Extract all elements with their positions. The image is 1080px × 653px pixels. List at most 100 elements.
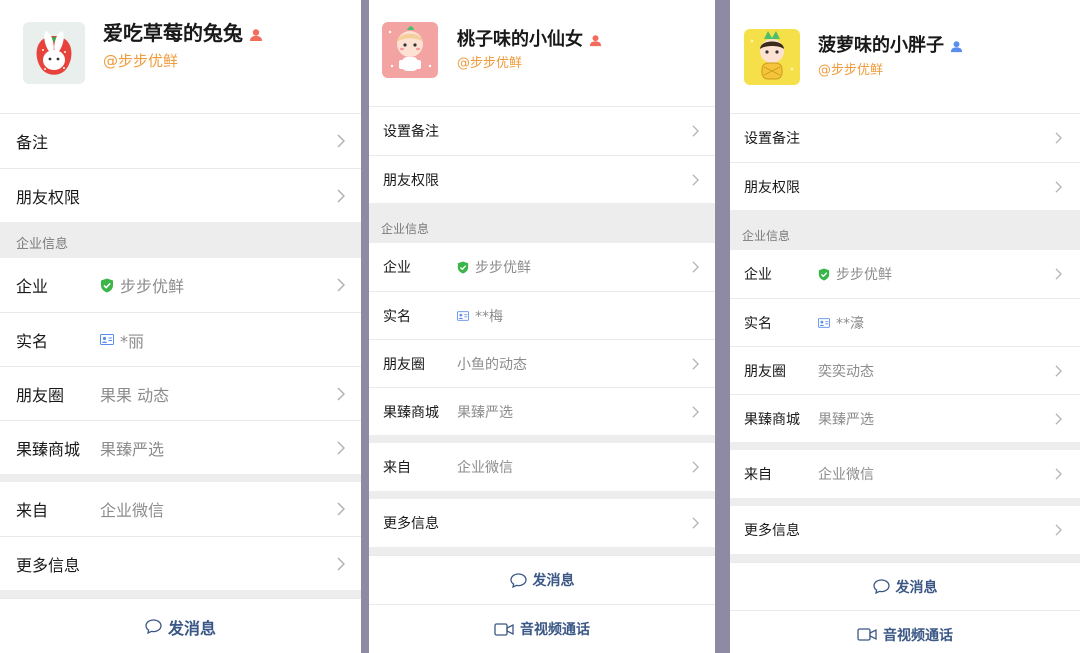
chevron-right-icon	[692, 357, 699, 370]
section-gap	[369, 435, 715, 443]
moments-row[interactable]: 朋友圈 奕奕动态	[730, 346, 1080, 394]
video-camera-icon	[494, 622, 514, 636]
more-info-row[interactable]: 更多信息	[730, 506, 1080, 554]
avatar-strawberry-rabbit[interactable]	[23, 22, 85, 84]
mall-row[interactable]: 果臻商城 果臻严选	[369, 387, 715, 435]
realname-value: *丽	[100, 328, 144, 352]
chevron-right-icon	[1055, 364, 1062, 377]
more-info-row[interactable]: 更多信息	[0, 536, 361, 590]
friend-permission-row[interactable]: 朋友权限	[0, 168, 361, 222]
chat-bubble-icon	[145, 619, 162, 634]
id-card-icon	[818, 317, 830, 328]
enterprise-section: 企业 步步优鲜 实名 *丽 朋友圈 果果 动态 果臻商城 果臻严选	[0, 258, 361, 474]
moments-row[interactable]: 朋友圈 小鱼的动态	[369, 339, 715, 387]
enterprise-value: 步步优鲜	[457, 257, 531, 277]
from-row[interactable]: 来自 企业微信	[730, 450, 1080, 498]
more-info-label: 更多信息	[744, 523, 800, 539]
friend-permission-row[interactable]: 朋友权限	[730, 162, 1080, 210]
id-card-icon	[100, 334, 114, 345]
moments-value: 果果 动态	[100, 385, 170, 405]
remark-label: 备注	[16, 133, 49, 152]
enterprise-value-text: 步步优鲜	[120, 277, 185, 296]
realname-value-text: **梅	[475, 308, 503, 325]
section-header-text: 企业信息	[16, 237, 69, 252]
remark-row[interactable]: 备注	[0, 114, 361, 168]
mall-row[interactable]: 果臻商城 果臻严选	[730, 394, 1080, 442]
contact-name-text: 菠萝味的小胖子	[818, 35, 944, 56]
contact-company[interactable]: @步步优鲜	[457, 52, 522, 71]
settings-section: 设置备注 朋友权限	[730, 113, 1080, 210]
section-gap	[730, 498, 1080, 506]
source-section: 来自 企业微信 更多信息	[0, 482, 361, 590]
friend-permission-label: 朋友权限	[383, 172, 439, 189]
from-label: 来自	[16, 501, 49, 520]
contact-card-1: 爱吃草莓的兔兔 @步步优鲜 备注 朋友权限 企业信息 企业 步步优鲜 实名 *丽…	[0, 0, 361, 653]
moments-label: 朋友圈	[744, 363, 786, 380]
chat-bubble-icon	[872, 579, 890, 594]
avatar-pineapple-boy[interactable]	[744, 29, 800, 85]
enterprise-label: 企业	[383, 260, 411, 276]
from-label: 来自	[383, 460, 411, 476]
from-row[interactable]: 来自 企业微信	[0, 482, 361, 536]
av-call-button[interactable]: 音视频通话	[369, 604, 715, 653]
profile-header: 菠萝味的小胖子 @步步优鲜	[730, 0, 1080, 113]
moments-row[interactable]: 朋友圈 果果 动态	[0, 366, 361, 420]
send-message-button[interactable]: 发消息	[0, 598, 361, 653]
contact-name: 菠萝味的小胖子	[818, 31, 963, 57]
from-value: 企业微信	[457, 460, 513, 476]
enterprise-row[interactable]: 企业 步步优鲜	[0, 258, 361, 312]
mall-label: 果臻商城	[383, 404, 439, 421]
realname-row: 实名 **濠	[730, 298, 1080, 346]
contact-card-2: 桃子味的小仙女 @步步优鲜 设置备注 朋友权限 企业信息 企业 步步优鲜 实名	[369, 0, 715, 653]
chevron-right-icon	[337, 278, 345, 292]
from-row[interactable]: 来自 企业微信	[369, 443, 715, 491]
chevron-right-icon	[1055, 524, 1062, 536]
enterprise-section: 企业 步步优鲜 实名 **梅 朋友圈 小鱼的动态 果臻商城 果臻严选	[369, 243, 715, 435]
from-label: 来自	[744, 467, 772, 483]
section-gap	[369, 547, 715, 555]
contact-company[interactable]: @步步优鲜	[103, 50, 178, 71]
shield-check-icon	[818, 268, 830, 280]
chevron-right-icon	[337, 134, 345, 148]
av-call-label: 音视频通话	[520, 622, 590, 638]
more-info-label: 更多信息	[383, 516, 439, 532]
moments-value: 奕奕动态	[818, 363, 874, 380]
enterprise-value-text: 步步优鲜	[475, 260, 531, 276]
remark-row[interactable]: 设置备注	[730, 114, 1080, 162]
send-message-button[interactable]: 发消息	[730, 562, 1080, 610]
contact-name-text: 桃子味的小仙女	[457, 29, 583, 50]
enterprise-row[interactable]: 企业 步步优鲜	[730, 250, 1080, 298]
more-section: 更多信息	[369, 499, 715, 547]
realname-label: 实名	[16, 331, 49, 351]
av-call-button[interactable]: 音视频通话	[730, 610, 1080, 653]
enterprise-value: 步步优鲜	[100, 273, 184, 297]
settings-section: 备注 朋友权限	[0, 113, 361, 222]
friend-permission-row[interactable]: 朋友权限	[369, 155, 715, 203]
section-gap	[730, 442, 1080, 450]
chevron-right-icon	[337, 386, 345, 401]
shield-check-icon	[457, 261, 469, 273]
mall-label: 果臻商城	[16, 439, 81, 459]
send-message-button[interactable]: 发消息	[369, 555, 715, 604]
moments-value: 小鱼的动态	[457, 356, 527, 373]
more-info-row[interactable]: 更多信息	[369, 499, 715, 547]
friend-permission-label: 朋友权限	[744, 179, 800, 196]
chevron-right-icon	[337, 440, 345, 455]
profile-header: 爱吃草莓的兔兔 @步步优鲜	[0, 0, 361, 113]
from-value: 企业微信	[100, 501, 165, 520]
chevron-right-icon	[1055, 132, 1062, 144]
from-value: 企业微信	[818, 467, 874, 483]
remark-label: 设置备注	[744, 131, 800, 147]
contact-company[interactable]: @步步优鲜	[818, 59, 883, 78]
more-section: 更多信息	[730, 506, 1080, 554]
person-icon	[950, 40, 963, 52]
chevron-right-icon	[1055, 412, 1062, 425]
id-card-icon	[457, 310, 469, 321]
enterprise-row[interactable]: 企业 步步优鲜	[369, 243, 715, 291]
mall-row[interactable]: 果臻商城 果臻严选	[0, 420, 361, 474]
contact-card-3: 菠萝味的小胖子 @步步优鲜 设置备注 朋友权限 企业信息 企业 步步优鲜 实名	[730, 0, 1080, 653]
settings-section: 设置备注 朋友权限	[369, 106, 715, 203]
realname-row: 实名 *丽	[0, 312, 361, 366]
avatar-peach-girl[interactable]	[382, 22, 438, 78]
remark-row[interactable]: 设置备注	[369, 107, 715, 155]
